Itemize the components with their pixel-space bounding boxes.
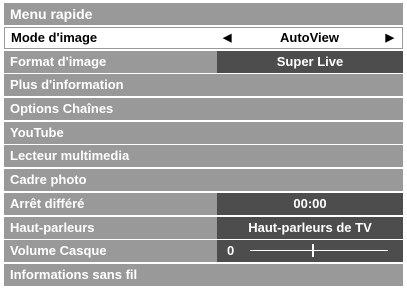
menu-item-label: Informations sans fil	[10, 266, 138, 282]
menu-item-picture-mode[interactable]: Mode d'image ◀ AutoView ▶	[4, 27, 403, 49]
menu-item-media-player[interactable]: Lecteur multimedia	[4, 145, 403, 168]
volume-slider-track[interactable]	[250, 250, 388, 252]
picture-mode-value: AutoView	[280, 30, 339, 45]
picture-format-value: Super Live	[217, 50, 403, 73]
menu-item-label: Mode d'image	[11, 30, 98, 45]
menu-item-photo-frame[interactable]: Cadre photo	[4, 169, 403, 192]
volume-slider-handle[interactable]	[312, 244, 315, 258]
picture-mode-selector[interactable]: ◀ AutoView ▶	[217, 28, 402, 48]
headphone-volume-value: 0	[227, 243, 235, 259]
menu-item-speakers[interactable]: Haut-parleurs Haut-parleurs de TV	[4, 216, 403, 239]
menu-list: Mode d'image ◀ AutoView ▶ Format d'image…	[4, 27, 403, 288]
menu-item-label: Arrêt différé	[10, 195, 85, 211]
triangle-right-icon[interactable]: ▶	[386, 28, 394, 48]
triangle-left-icon[interactable]: ◀	[223, 28, 231, 48]
menu-item-label: Options Chaînes	[10, 101, 114, 117]
quick-menu-panel: Menu rapide Mode d'image ◀ AutoView ▶ Fo…	[0, 0, 407, 296]
menu-item-label: Format d'image	[10, 53, 107, 69]
menu-item-label: Haut-parleurs	[10, 219, 95, 235]
sleep-timer-value: 00:00	[217, 192, 403, 215]
menu-item-label: YouTube	[10, 124, 64, 140]
menu-item-label: Plus d'information	[10, 77, 124, 93]
menu-item-label: Lecteur multimedia	[10, 148, 130, 164]
menu-item-more-information[interactable]: Plus d'information	[4, 74, 403, 97]
menu-title: Menu rapide	[4, 3, 403, 25]
menu-item-channel-options[interactable]: Options Chaînes	[4, 98, 403, 121]
menu-item-label: Volume Casque	[10, 243, 107, 259]
menu-item-label: Cadre photo	[10, 172, 87, 188]
menu-item-headphone-volume[interactable]: Volume Casque 0	[4, 240, 403, 263]
menu-item-picture-format[interactable]: Format d'image Super Live	[4, 50, 403, 73]
menu-item-wireless-info[interactable]: Informations sans fil	[4, 263, 403, 286]
menu-item-sleep-timer[interactable]: Arrêt différé 00:00	[4, 192, 403, 215]
speakers-value: Haut-parleurs de TV	[217, 216, 403, 239]
headphone-volume-slider[interactable]: 0	[217, 240, 403, 263]
menu-item-youtube[interactable]: YouTube	[4, 121, 403, 144]
